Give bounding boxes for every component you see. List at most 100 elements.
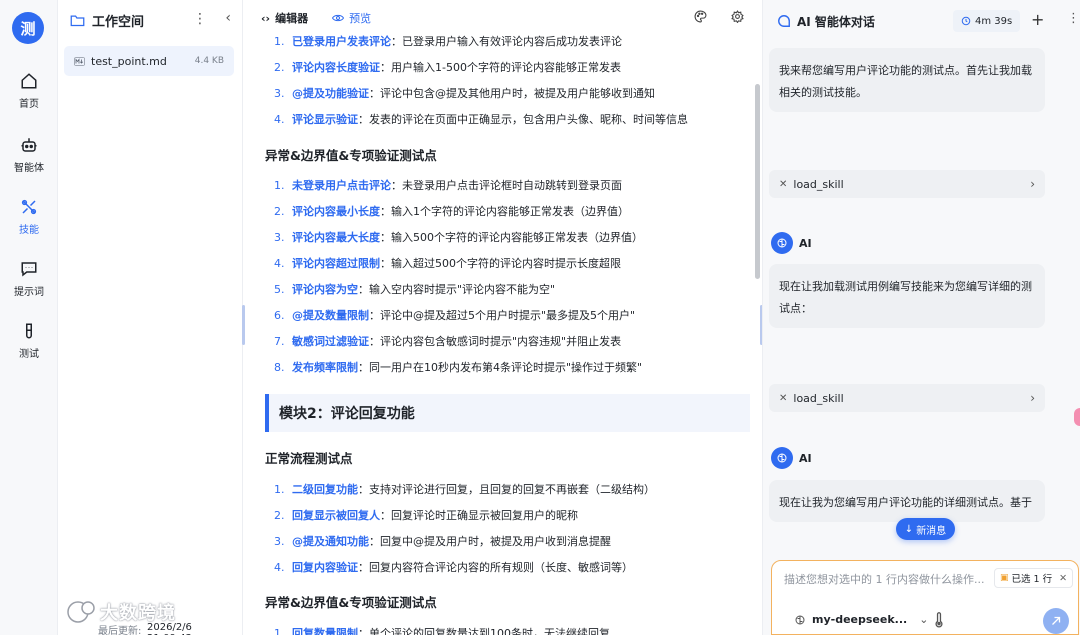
nav-item-home[interactable]: 首页	[0, 72, 58, 118]
test-tube-icon	[26, 323, 32, 339]
selection-icon: ▣	[1000, 573, 1009, 583]
more-vertical-icon[interactable]: ⋮	[1067, 11, 1080, 26]
nav-label-prompts: 提示词	[14, 287, 44, 298]
tools-icon	[21, 199, 37, 215]
nav-label-test: 测试	[19, 349, 39, 360]
brain-icon	[777, 238, 787, 248]
nav-item-test[interactable]: 测试	[0, 322, 58, 368]
palette-icon[interactable]	[694, 10, 707, 23]
editor-tabs: ‹› 编辑器 预览	[261, 10, 371, 26]
editor-toolbar	[694, 10, 744, 23]
prompt-icon	[21, 262, 37, 277]
tab-preview-label: 预览	[349, 12, 372, 25]
list-item: 3. @提及通知功能：回复中@提及用户时，被提及用户收到消息提醒	[274, 535, 611, 548]
more-vertical-icon[interactable]: ⋮	[193, 11, 207, 27]
workspace-footer-time: 2026/2/6 21:09:43	[147, 622, 237, 635]
list-item: 4. 回复内容验证：回复内容符合评论内容的所有规则（长度、敏感词等）	[274, 561, 633, 574]
ai-message: 我来帮您编写用户评论功能的测试点。首先让我加载相关的测试技能。	[769, 48, 1045, 112]
wrench-icon: ✕	[779, 392, 788, 404]
model-selector[interactable]: my-deepseek... ⌄	[794, 613, 928, 626]
selected-lines-chip[interactable]: ▣ 已选 1 行 ✕	[994, 568, 1074, 588]
brain-icon	[777, 453, 787, 463]
app-logo[interactable]: 测	[12, 12, 44, 44]
file-item[interactable]: test_point.md 4.4 KB	[64, 46, 234, 76]
list-item: 1. 回复数量限制：单个评论的回复数量达到100条时，无法继续回复	[274, 627, 610, 635]
chevron-right-icon: ›	[1030, 177, 1035, 191]
editor-panel: ‹› 编辑器 预览 1. 已登录用户发表评论：已登录用户输入有效评论内容后成功发表…	[245, 0, 762, 635]
module-heading: 模块2：评论回复功能	[265, 394, 750, 432]
close-icon[interactable]: ✕	[1059, 573, 1067, 584]
list-item: 6. @提及数量限制：评论中@提及超过5个用户时提示"最多提及5个用户"	[274, 309, 636, 322]
chevron-right-icon: ›	[1030, 391, 1035, 405]
tab-preview[interactable]: 预览	[332, 10, 371, 26]
chat-bubble-icon	[778, 15, 790, 27]
ai-sender-label: AI	[799, 451, 812, 465]
robot-icon	[21, 138, 37, 152]
ai-sender-label: AI	[799, 236, 812, 250]
ai-sender: AI	[771, 447, 812, 469]
floating-assistant-handle[interactable]	[1074, 408, 1080, 426]
arrow-down-icon: ↓	[904, 523, 914, 535]
nav-item-agent[interactable]: 智能体	[0, 136, 58, 182]
clock-icon	[961, 16, 971, 26]
list-item: 4. 评论显示验证：发表的评论在页面中正确显示，包含用户头像、昵称、时间等信息	[274, 113, 688, 126]
tool-call-row[interactable]: ✕ load_skill ›	[769, 170, 1045, 198]
selected-lines-label: 已选 1 行	[1011, 574, 1053, 585]
send-button[interactable]	[1043, 608, 1069, 634]
nav-item-prompts[interactable]: 提示词	[0, 260, 58, 306]
tool-call-row[interactable]: ✕ load_skill ›	[769, 384, 1045, 412]
chat-input[interactable]: 描述您想对选中的 1 行内容做什么操作... ▣ 已选 1 行 ✕ my-dee…	[771, 560, 1079, 635]
nav-label-home: 首页	[19, 99, 39, 110]
list-item: 1. 未登录用户点击评论：未登录用户点击评论框时自动跳转到登录页面	[274, 179, 622, 192]
list-item: 3. 评论内容最大长度：输入500个字符的评论内容能够正常发表（边界值）	[274, 231, 643, 244]
file-name: test_point.md	[91, 54, 167, 68]
eye-icon	[332, 14, 345, 22]
section-heading: 正常流程测试点	[265, 451, 353, 466]
new-message-label: 新消息	[916, 525, 947, 537]
wrench-icon: ✕	[779, 178, 788, 190]
section-heading: 异常&边界值&专项验证测试点	[265, 595, 437, 610]
list-item: 2. 回复显示被回复人：回复评论时正确显示被回复用户的昵称	[274, 509, 578, 522]
session-timer: 4m 39s	[953, 10, 1021, 32]
model-name: my-deepseek...	[812, 613, 908, 626]
list-item: 1. 二级回复功能：支持对评论进行回复，且回复的回复不再嵌套（二级结构）	[274, 483, 655, 496]
list-item: 7. 敏感词过滤验证：评论内容包含敏感词时提示"内容违规"并阻止发表	[274, 335, 622, 348]
last-updated-time: 2026/2/6 21:09:43	[147, 622, 192, 635]
module-heading-text: 模块2：评论回复功能	[279, 406, 415, 422]
workspace-title: 工作空间	[92, 14, 145, 30]
last-updated-label: 最后更新:	[98, 626, 142, 635]
nav-item-skills[interactable]: 技能	[0, 198, 58, 244]
ai-message: 现在让我加载测试用例编写技能来为您编写详细的测试点：	[769, 264, 1045, 328]
ai-sender: AI	[771, 232, 812, 254]
workspace-header: 工作空间 ⋮ ‹	[70, 10, 235, 30]
collapse-left-icon[interactable]: ‹	[225, 10, 231, 26]
list-item: 4. 评论内容超过限制：输入超过500个字符的评论内容时提示长度超限	[274, 257, 621, 270]
timer-text: 4m 39s	[975, 15, 1013, 27]
nav-label-skills: 技能	[19, 225, 39, 236]
left-nav: 测 首页 智能体 技能 提示词 测试	[0, 0, 58, 635]
workspace-panel: 工作空间 ⋮ ‹ test_point.md 4.4 KB 大数跨境	[58, 0, 243, 635]
chat-panel: AI 智能体对话 4m 39s + ⋮ 我来帮您编写用户评论功能的测试点。首先让…	[762, 0, 1080, 635]
chat-header: AI 智能体对话 4m 39s + ⋮	[777, 10, 1080, 32]
chevron-down-icon: ⌄	[919, 613, 929, 626]
gear-icon[interactable]	[731, 10, 744, 23]
watermark-logo-icon	[67, 601, 95, 623]
brain-icon	[795, 615, 805, 624]
folder-icon	[70, 15, 85, 26]
ai-avatar	[771, 232, 793, 254]
tab-editor-label: 编辑器	[275, 12, 309, 25]
thermometer-icon[interactable]	[934, 612, 944, 628]
chat-input-placeholder: 描述您想对选中的 1 行内容做什么操作...	[784, 573, 985, 586]
code-icon: ‹›	[261, 11, 271, 25]
tool-name: load_skill	[793, 391, 844, 405]
editor-scrollbar[interactable]	[755, 84, 760, 279]
new-message-button[interactable]: ↓ 新消息	[896, 518, 955, 540]
ai-avatar	[771, 447, 793, 469]
new-chat-plus-icon[interactable]: +	[1031, 10, 1044, 29]
ai-message: 现在让我为您编写用户评论功能的详细测试点。基于	[769, 480, 1045, 522]
list-item: 2. 评论内容最小长度：输入1个字符的评论内容能够正常发表（边界值）	[274, 205, 629, 218]
tool-name: load_skill	[793, 177, 844, 191]
home-icon	[21, 73, 37, 89]
list-item: 2. 评论内容长度验证：用户输入1-500个字符的评论内容能够正常发表	[274, 61, 621, 74]
tab-editor[interactable]: ‹› 编辑器	[261, 10, 308, 26]
